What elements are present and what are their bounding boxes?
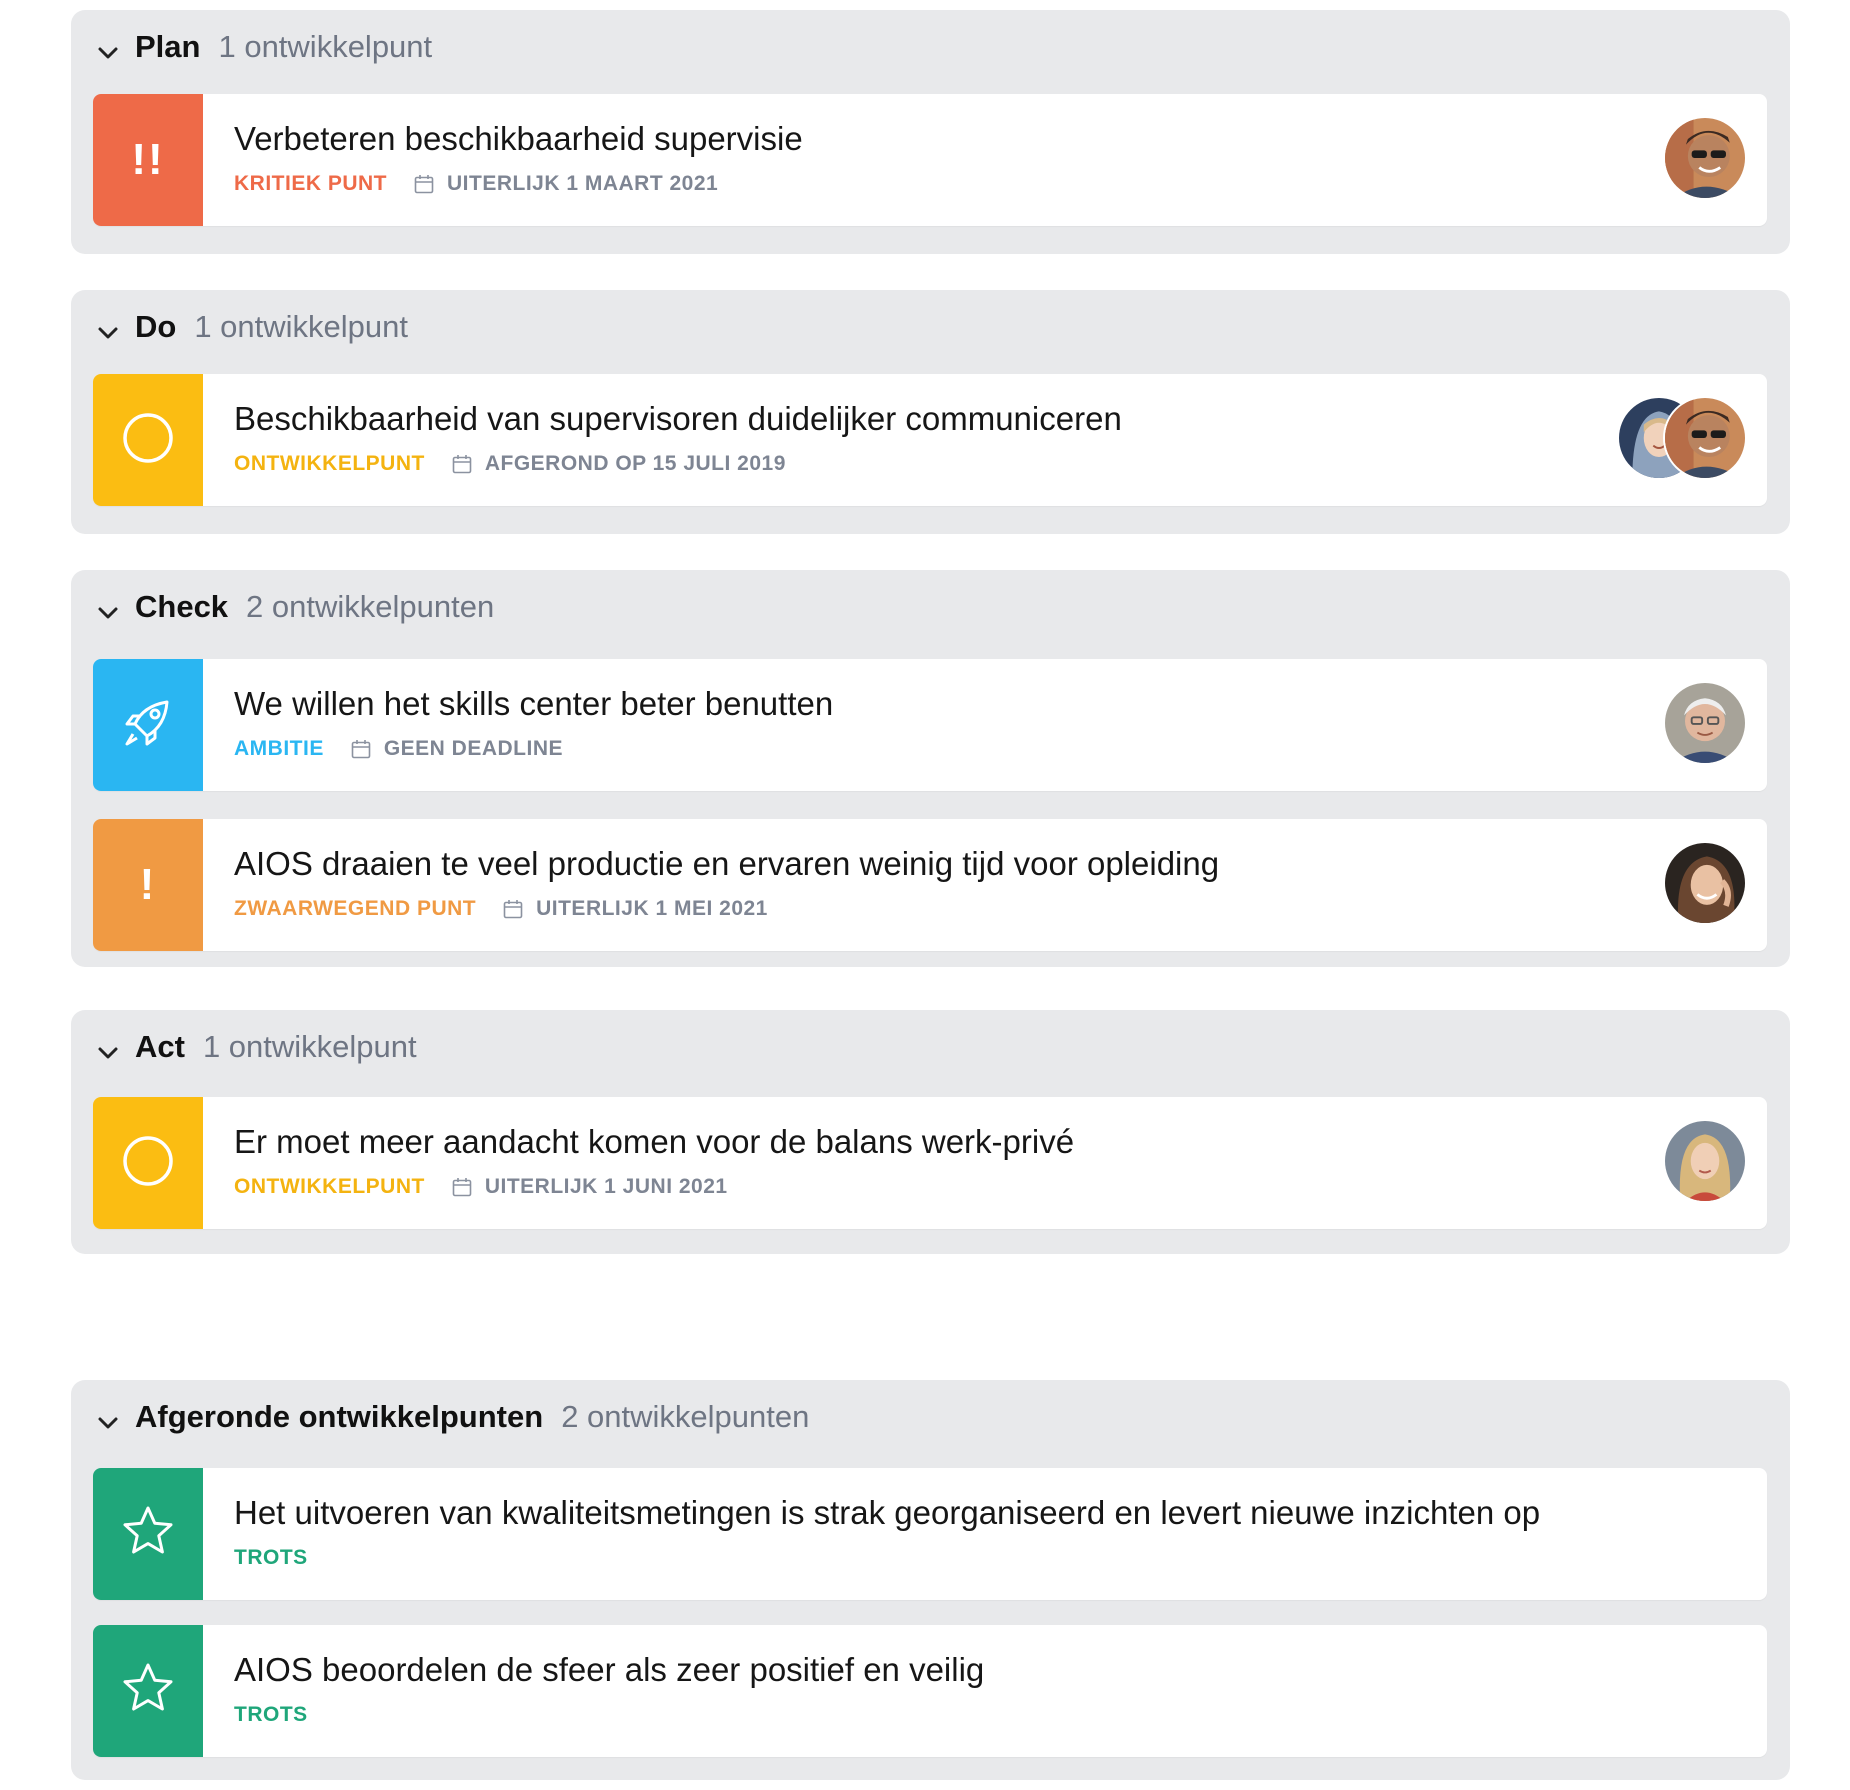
calendar-icon: [451, 1176, 473, 1198]
double-exclamation-icon: !!: [131, 135, 165, 184]
chevron-down-icon[interactable]: [95, 320, 121, 346]
list-item[interactable]: Het uitvoeren van kwaliteitsmetingen is …: [93, 1468, 1767, 1600]
group-afgerond: Afgeronde ontwikkelpunten 2 ontwikkelpun…: [71, 1380, 1790, 1780]
item-title: Het uitvoeren van kwaliteitsmetingen is …: [234, 1494, 1541, 1531]
exclamation-icon: !: [139, 860, 157, 909]
group-header-do[interactable]: Do 1 ontwikkelpunt: [95, 290, 408, 364]
assignees: [1663, 116, 1747, 204]
assignees: [1663, 1119, 1747, 1207]
item-date: AFGEROND OP 15 JULI 2019: [484, 452, 786, 475]
item-title: AIOS beoordelen de sfeer als zeer positi…: [234, 1651, 985, 1688]
group-plan: Plan 1 ontwikkelpunt !! Verbeteren besch…: [71, 10, 1790, 254]
item-title: Er moet meer aandacht komen voor de bala…: [234, 1123, 1075, 1160]
calendar-icon: [350, 738, 372, 760]
list-item[interactable]: !! Verbeteren beschikbaarheid supervisie…: [93, 94, 1767, 226]
group-header-act[interactable]: Act 1 ontwikkelpunt: [95, 1010, 417, 1084]
circle-icon: [121, 1134, 175, 1193]
item-date: GEEN DEADLINE: [383, 737, 564, 760]
item-type: KRITIEK PUNT: [234, 172, 387, 195]
group-title: Act: [135, 1029, 185, 1064]
item-title: Beschikbaarheid van supervisoren duideli…: [234, 400, 1122, 437]
group-count: 2 ontwikkelpunten: [561, 1399, 810, 1434]
group-header-plan[interactable]: Plan 1 ontwikkelpunt: [95, 10, 432, 84]
star-icon: [118, 1502, 178, 1567]
group-do: Do 1 ontwikkelpunt Beschikbaarheid van s…: [71, 290, 1790, 534]
older-man-avatar[interactable]: [1663, 681, 1747, 765]
item-meta: KRITIEK PUNT UITERLIJK 1 MAART 2021: [234, 172, 718, 196]
item-type: ZWAARWEGEND PUNT: [234, 897, 477, 920]
list-item[interactable]: ! AIOS draaien te veel productie en erva…: [93, 819, 1767, 951]
man-sunglasses-avatar[interactable]: [1663, 116, 1747, 200]
assignees: [1617, 396, 1747, 484]
type-badge: [93, 374, 203, 506]
rocket-icon: [119, 694, 177, 757]
item-type: ONTWIKKELPUNT: [234, 452, 425, 475]
chevron-down-icon[interactable]: [95, 600, 121, 626]
calendar-icon: [451, 453, 473, 475]
group-count: 1 ontwikkelpunt: [202, 1029, 417, 1064]
list-item[interactable]: Beschikbaarheid van supervisoren duideli…: [93, 374, 1767, 506]
type-badge: [93, 659, 203, 791]
group-header-afgerond[interactable]: Afgeronde ontwikkelpunten 2 ontwikkelpun…: [95, 1380, 809, 1454]
item-type: ONTWIKKELPUNT: [234, 1175, 425, 1198]
calendar-icon: [502, 898, 524, 920]
item-meta: TROTS: [234, 1703, 334, 1727]
item-date: UITERLIJK 1 JUNI 2021: [484, 1175, 728, 1198]
chevron-down-icon[interactable]: [95, 40, 121, 66]
list-item[interactable]: Er moet meer aandacht komen voor de bala…: [93, 1097, 1767, 1229]
item-title: We willen het skills center beter benutt…: [234, 685, 834, 722]
type-badge: !: [93, 819, 203, 951]
group-check: Check 2 ontwikkelpunten We willen het sk…: [71, 570, 1790, 967]
list-item[interactable]: We willen het skills center beter benutt…: [93, 659, 1767, 791]
group-title: Afgeronde ontwikkelpunten: [135, 1399, 544, 1434]
blonde-woman-avatar[interactable]: [1663, 1119, 1747, 1203]
group-act: Act 1 ontwikkelpunt Er moet meer aandach…: [71, 1010, 1790, 1254]
chevron-down-icon[interactable]: [95, 1040, 121, 1066]
list-item[interactable]: AIOS beoordelen de sfeer als zeer positi…: [93, 1625, 1767, 1757]
group-title: Plan: [135, 29, 201, 64]
group-title: Do: [135, 309, 177, 344]
woman-smiling-avatar[interactable]: [1663, 841, 1747, 925]
item-date: UITERLIJK 1 MEI 2021: [536, 897, 768, 920]
item-meta: AMBITIE GEEN DEADLINE: [234, 737, 563, 761]
item-meta: ONTWIKKELPUNT UITERLIJK 1 JUNI 2021: [234, 1175, 728, 1199]
item-type: TROTS: [234, 1546, 308, 1569]
item-meta: ONTWIKKELPUNT AFGEROND OP 15 JULI 2019: [234, 452, 786, 476]
calendar-icon: [413, 173, 435, 195]
circle-icon: [121, 411, 175, 470]
type-badge: !!: [93, 94, 203, 226]
item-title: AIOS draaien te veel productie en ervare…: [234, 845, 1220, 882]
type-badge: [93, 1468, 203, 1600]
type-badge: [93, 1097, 203, 1229]
man-sunglasses-avatar[interactable]: [1663, 396, 1747, 480]
item-type: TROTS: [234, 1703, 308, 1726]
type-badge: [93, 1625, 203, 1757]
group-count: 2 ontwikkelpunten: [246, 589, 495, 624]
item-meta: ZWAARWEGEND PUNT UITERLIJK 1 MEI 2021: [234, 897, 768, 921]
chevron-down-icon[interactable]: [95, 1410, 121, 1436]
group-header-check[interactable]: Check 2 ontwikkelpunten: [95, 570, 494, 644]
assignees: [1663, 681, 1747, 769]
item-title: Verbeteren beschikbaarheid supervisie: [234, 120, 803, 157]
item-date: UITERLIJK 1 MAART 2021: [447, 172, 719, 195]
group-count: 1 ontwikkelpunt: [194, 309, 409, 344]
group-title: Check: [135, 589, 229, 624]
star-icon: [118, 1659, 178, 1724]
assignees: [1663, 841, 1747, 929]
item-type: AMBITIE: [234, 737, 324, 760]
item-meta: TROTS: [234, 1546, 334, 1570]
group-count: 1 ontwikkelpunt: [218, 29, 433, 64]
